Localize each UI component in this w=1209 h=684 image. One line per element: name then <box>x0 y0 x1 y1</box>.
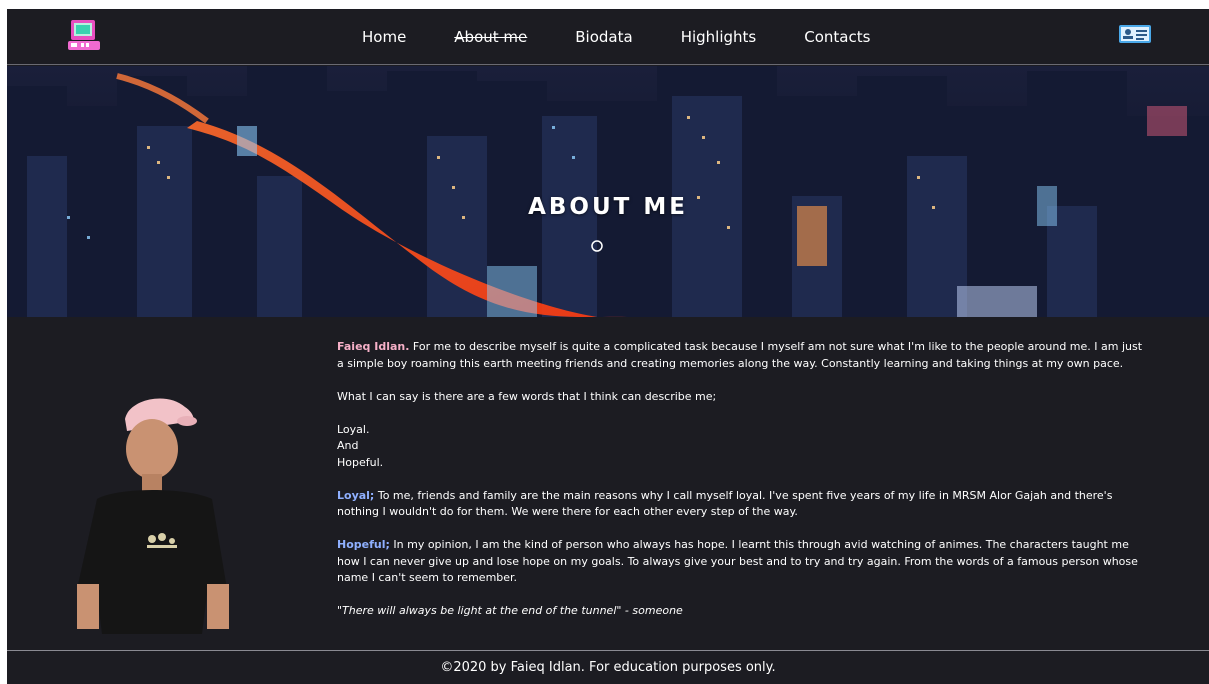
nav-home[interactable]: Home <box>362 28 406 46</box>
loyal-paragraph: Loyal; To me, friends and family are the… <box>337 488 1152 521</box>
hopeful-highlight: Hopeful; <box>337 538 390 551</box>
quote: "There will always be light at the end o… <box>337 604 683 617</box>
word-loyal: Loyal. <box>337 422 370 436</box>
contact-card-icon[interactable] <box>1119 25 1151 43</box>
page-frame: Home About me Biodata Highlights Contact… <box>7 9 1209 684</box>
hopeful-text: In my opinion, I am the kind of person w… <box>337 538 1138 584</box>
footer-text: ©2020 by Faieq Idlan. For education purp… <box>440 660 776 675</box>
nav-about-me[interactable]: About me <box>454 28 527 46</box>
intro-text: For me to describe myself is quite a com… <box>337 340 1143 370</box>
nav-contacts[interactable]: Contacts <box>804 28 870 46</box>
hero-title: ABOUT ME <box>528 194 688 220</box>
name-highlight: Faieq Idlan. <box>337 340 410 353</box>
word-and: And <box>337 439 359 452</box>
loyal-highlight: Loyal; <box>337 488 375 502</box>
about-text: Faieq Idlan. For me to describe myself i… <box>337 339 1152 636</box>
nav-highlights[interactable]: Highlights <box>681 28 757 46</box>
profile-photo <box>77 398 229 634</box>
hero-banner: ABOUT ME <box>7 66 1209 317</box>
footer: ©2020 by Faieq Idlan. For education purp… <box>7 650 1209 684</box>
navbar: Home About me Biodata Highlights Contact… <box>7 9 1209 65</box>
about-content: Faieq Idlan. For me to describe myself i… <box>7 317 1209 650</box>
words-list: Loyal. And Hopeful. <box>337 422 1152 472</box>
retro-computer-icon[interactable] <box>67 19 101 51</box>
words-intro: What I can say is there are a few words … <box>337 389 717 403</box>
hopeful-paragraph: Hopeful; In my opinion, I am the kind of… <box>337 537 1152 587</box>
intro-paragraph: Faieq Idlan. For me to describe myself i… <box>337 339 1152 372</box>
word-hopeful: Hopeful. <box>337 455 384 469</box>
nav-biodata[interactable]: Biodata <box>575 28 632 46</box>
city-night-image <box>7 66 1209 317</box>
loyal-text: To me, friends and family are the main r… <box>337 488 1113 519</box>
main-menu: Home About me Biodata Highlights Contact… <box>362 9 918 65</box>
